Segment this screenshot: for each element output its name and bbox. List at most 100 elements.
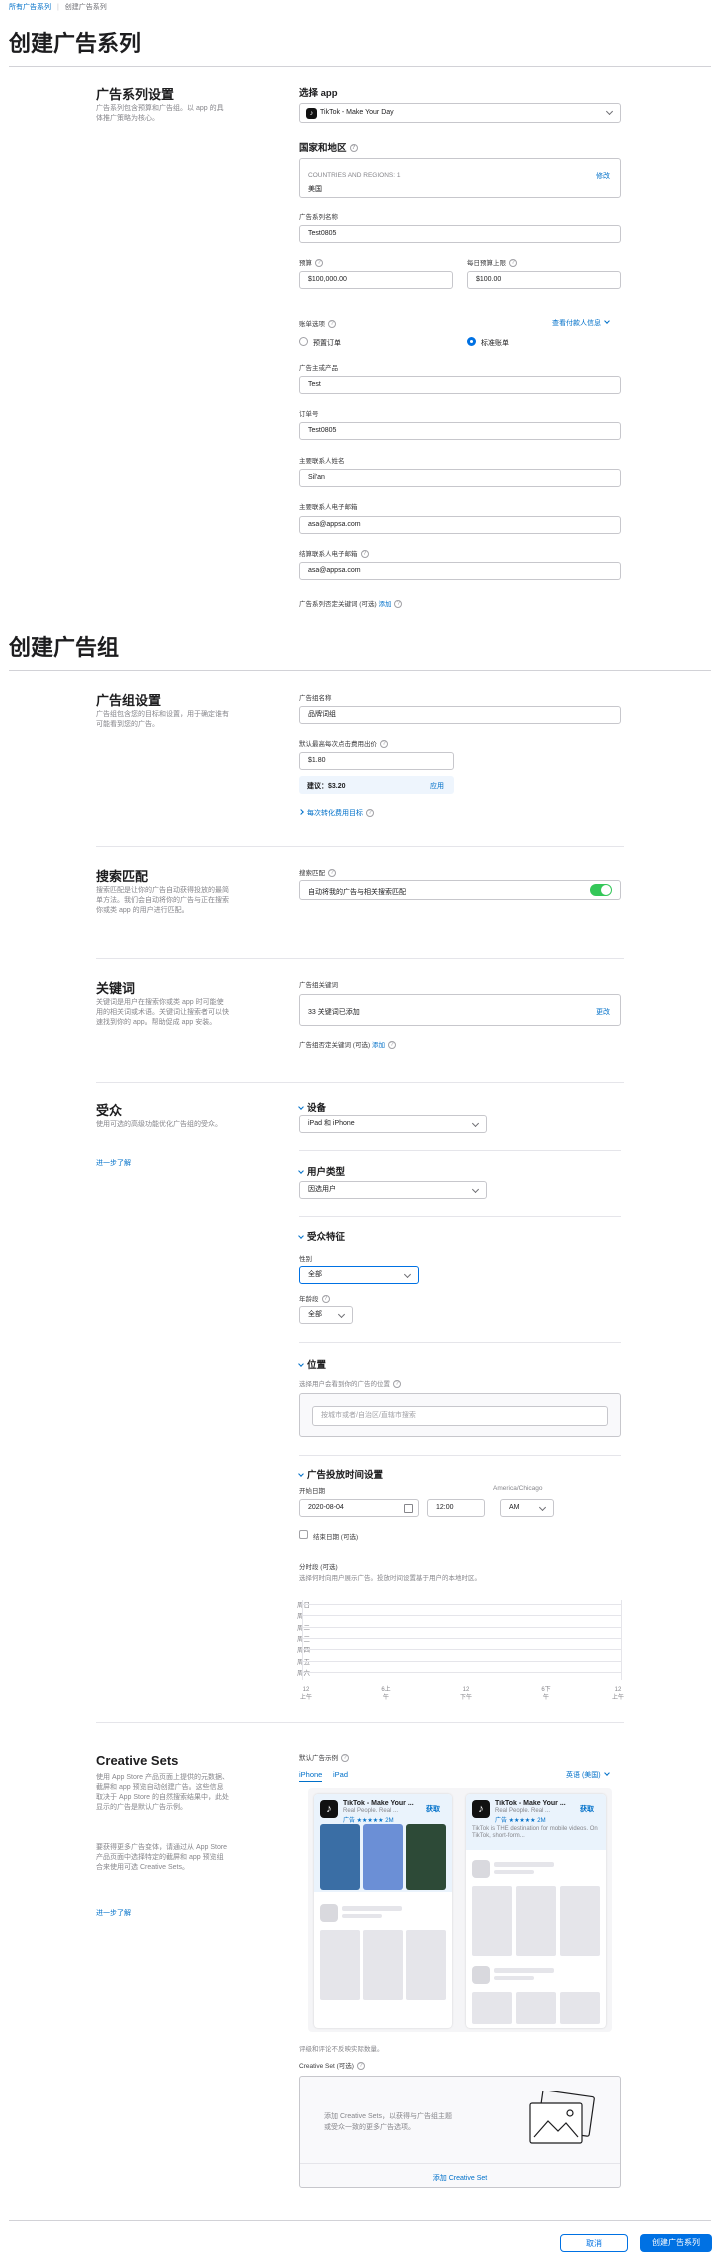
search-match-text: 自动将我的广告与相关搜索匹配 [308, 889, 406, 896]
day-row[interactable] [302, 1649, 622, 1651]
get-button[interactable]: 获取 [426, 1804, 440, 1814]
campaign-name-input[interactable]: Test0805 [299, 225, 621, 243]
budget-input[interactable]: $100,000.00 [299, 271, 453, 289]
location-section-toggle[interactable]: 位置 [298, 1357, 326, 1371]
day-row[interactable] [302, 1604, 622, 1605]
placeholder [472, 1886, 512, 1956]
app-select[interactable]: ♪ TikTok - Make Your Day [299, 103, 621, 123]
order-input[interactable]: Test0805 [299, 422, 621, 440]
creative-learn-more[interactable]: 进一步了解 [96, 1908, 131, 1918]
contact-name-input[interactable]: Sil'an [299, 469, 621, 487]
billing-info-link[interactable]: 查看付款人信息 [552, 318, 613, 328]
contact-email-input[interactable]: asa@appsa.com [299, 516, 621, 534]
creative-set-label: Creative Set (可选)? [299, 2060, 365, 2071]
create-campaign-button[interactable]: 创建广告系列 [640, 2234, 712, 2252]
location-box: 按城市或者/自治区/直辖市搜索 [299, 1393, 621, 1437]
cancel-button[interactable]: 取消 [560, 2234, 628, 2252]
help-icon[interactable]: ? [321, 1295, 330, 1304]
help-icon[interactable]: ? [394, 600, 403, 609]
screenshot-3 [406, 1824, 446, 1890]
start-time-input[interactable]: 12:00 [427, 1499, 485, 1517]
app-name: TikTok - Make Your Day [320, 109, 394, 116]
add-creative-set-link[interactable]: 添加 Creative Set [300, 2173, 620, 2183]
devices-section-toggle[interactable]: 设备 [298, 1100, 326, 1114]
end-date-checkbox[interactable] [299, 1530, 308, 1539]
preview2-subtitle: Real People. Real ... [495, 1808, 551, 1814]
breadcrumb-all-campaigns[interactable]: 所有广告系列 [9, 4, 51, 11]
traits-section-toggle[interactable]: 受众特征 [298, 1229, 345, 1243]
help-icon[interactable]: ? [393, 1380, 401, 1389]
location-search-input[interactable]: 按城市或者/自治区/直辖市搜索 [312, 1406, 608, 1426]
divider [299, 1150, 621, 1151]
help-icon[interactable]: ? [366, 809, 374, 818]
creative-sets-desc: 使用 App Store 产品页面上提供的元数据、截屏和 app 预览自动创建广… [96, 1774, 230, 1811]
language-select[interactable]: 英语 (美国) [566, 1770, 613, 1780]
billing-email-input[interactable]: asa@appsa.com [299, 562, 621, 580]
keywords-desc: 关键词是用户在搜索你或类 app 时可能使用的相关词或术语。关键词让搜索者可以快… [96, 999, 229, 1026]
user-type-section-toggle[interactable]: 用户类型 [298, 1164, 345, 1178]
tiktok-app-icon: ♪ [472, 1800, 490, 1818]
help-icon[interactable]: ? [356, 2062, 365, 2071]
advertiser-label: 广告主或产品 [299, 365, 338, 372]
help-icon[interactable]: ? [328, 869, 336, 878]
tab-ipad[interactable]: iPad [333, 1770, 348, 1779]
help-icon[interactable]: ? [387, 1041, 396, 1050]
day-row[interactable] [302, 1637, 622, 1639]
radio-prepaid[interactable] [299, 337, 308, 346]
placeholder [494, 1870, 534, 1874]
ampm-select[interactable]: AM [500, 1499, 554, 1517]
suggest-apply-button[interactable]: 应用 [430, 781, 444, 791]
search-match-toggle[interactable] [590, 884, 612, 896]
advertiser-input[interactable]: Test [299, 376, 621, 394]
screenshots-illustration-icon [529, 2091, 595, 2144]
keywords-edit-link[interactable]: 更改 [596, 1007, 610, 1017]
adgroup-name-input[interactable]: 品牌词组 [299, 706, 621, 724]
schedule-section-toggle[interactable]: 广告投放时间设置 [298, 1467, 383, 1481]
divider [299, 1455, 621, 1456]
get-button[interactable]: 获取 [580, 1804, 594, 1814]
countries-box: COUNTRIES AND REGIONS: 1 美国 修改 [299, 158, 621, 198]
gender-select[interactable]: 全部 [299, 1266, 419, 1284]
adgroup-negative-kw-add[interactable]: 添加 [372, 1042, 385, 1049]
daily-cap-input[interactable]: $100.00 [467, 271, 621, 289]
countries-edit-link[interactable]: 修改 [596, 171, 610, 181]
default-ad-label: 默认广告示例? [299, 1752, 349, 1763]
audience-learn-more[interactable]: 进一步了解 [96, 1158, 131, 1168]
campaign-negative-kw-add[interactable]: 添加 [378, 601, 391, 608]
creative-set-box: 添加 Creative Sets，以获得与广告组主题或受众一致的更多广告选项。 … [299, 2076, 621, 2188]
user-type-select[interactable]: 因选用户 [299, 1181, 487, 1199]
hour-tick-label: 12 下午 [458, 1686, 474, 1702]
cpt-input[interactable]: $1.80 [299, 752, 454, 770]
divider [299, 1342, 621, 1343]
help-icon[interactable]: ? [380, 740, 388, 749]
adgroup-negative-kw: 广告组否定关键词 (可选) 添加? [299, 1039, 396, 1050]
search-match-desc: 搜索匹配是让你的广告自动获得投放的最简单方法。我们会自动将你的广告与正在搜索你或… [96, 887, 229, 914]
preview-iphone-2: ♪ TikTok - Make Your ... Real People. Re… [466, 1794, 606, 2028]
day-row[interactable] [302, 1671, 622, 1673]
day-row[interactable] [302, 1626, 622, 1628]
start-date-input[interactable]: 2020-08-04 [299, 1499, 419, 1517]
help-icon[interactable]: ? [349, 144, 358, 153]
help-icon[interactable]: ? [315, 259, 323, 268]
placeholder [406, 1930, 446, 2000]
screenshot-1 [320, 1824, 360, 1890]
help-icon[interactable]: ? [509, 259, 517, 268]
day-row[interactable] [302, 1660, 622, 1662]
placeholder [516, 1992, 556, 2024]
help-icon[interactable]: ? [328, 320, 336, 329]
placeholder [494, 1968, 554, 1973]
tab-iphone[interactable]: iPhone [299, 1770, 323, 1782]
age-select[interactable]: 全部 [299, 1306, 353, 1324]
help-icon[interactable]: ? [360, 550, 369, 559]
creative-sets-title: Creative Sets [96, 1753, 179, 1768]
cpt-label: 默认最高每次点击费用出价? [299, 738, 388, 749]
help-icon[interactable]: ? [341, 1754, 349, 1763]
placeholder [472, 1860, 490, 1878]
adgroup-settings-title: 广告组设置 [96, 693, 162, 708]
calendar-icon[interactable] [404, 1504, 413, 1513]
day-row[interactable] [302, 1615, 622, 1617]
radio-standard[interactable] [467, 337, 476, 346]
devices-select[interactable]: iPad 和 iPhone [299, 1115, 487, 1133]
grid-axis [621, 1600, 622, 1680]
cpa-goal-toggle[interactable]: 每次转化费用目标? [298, 808, 374, 818]
